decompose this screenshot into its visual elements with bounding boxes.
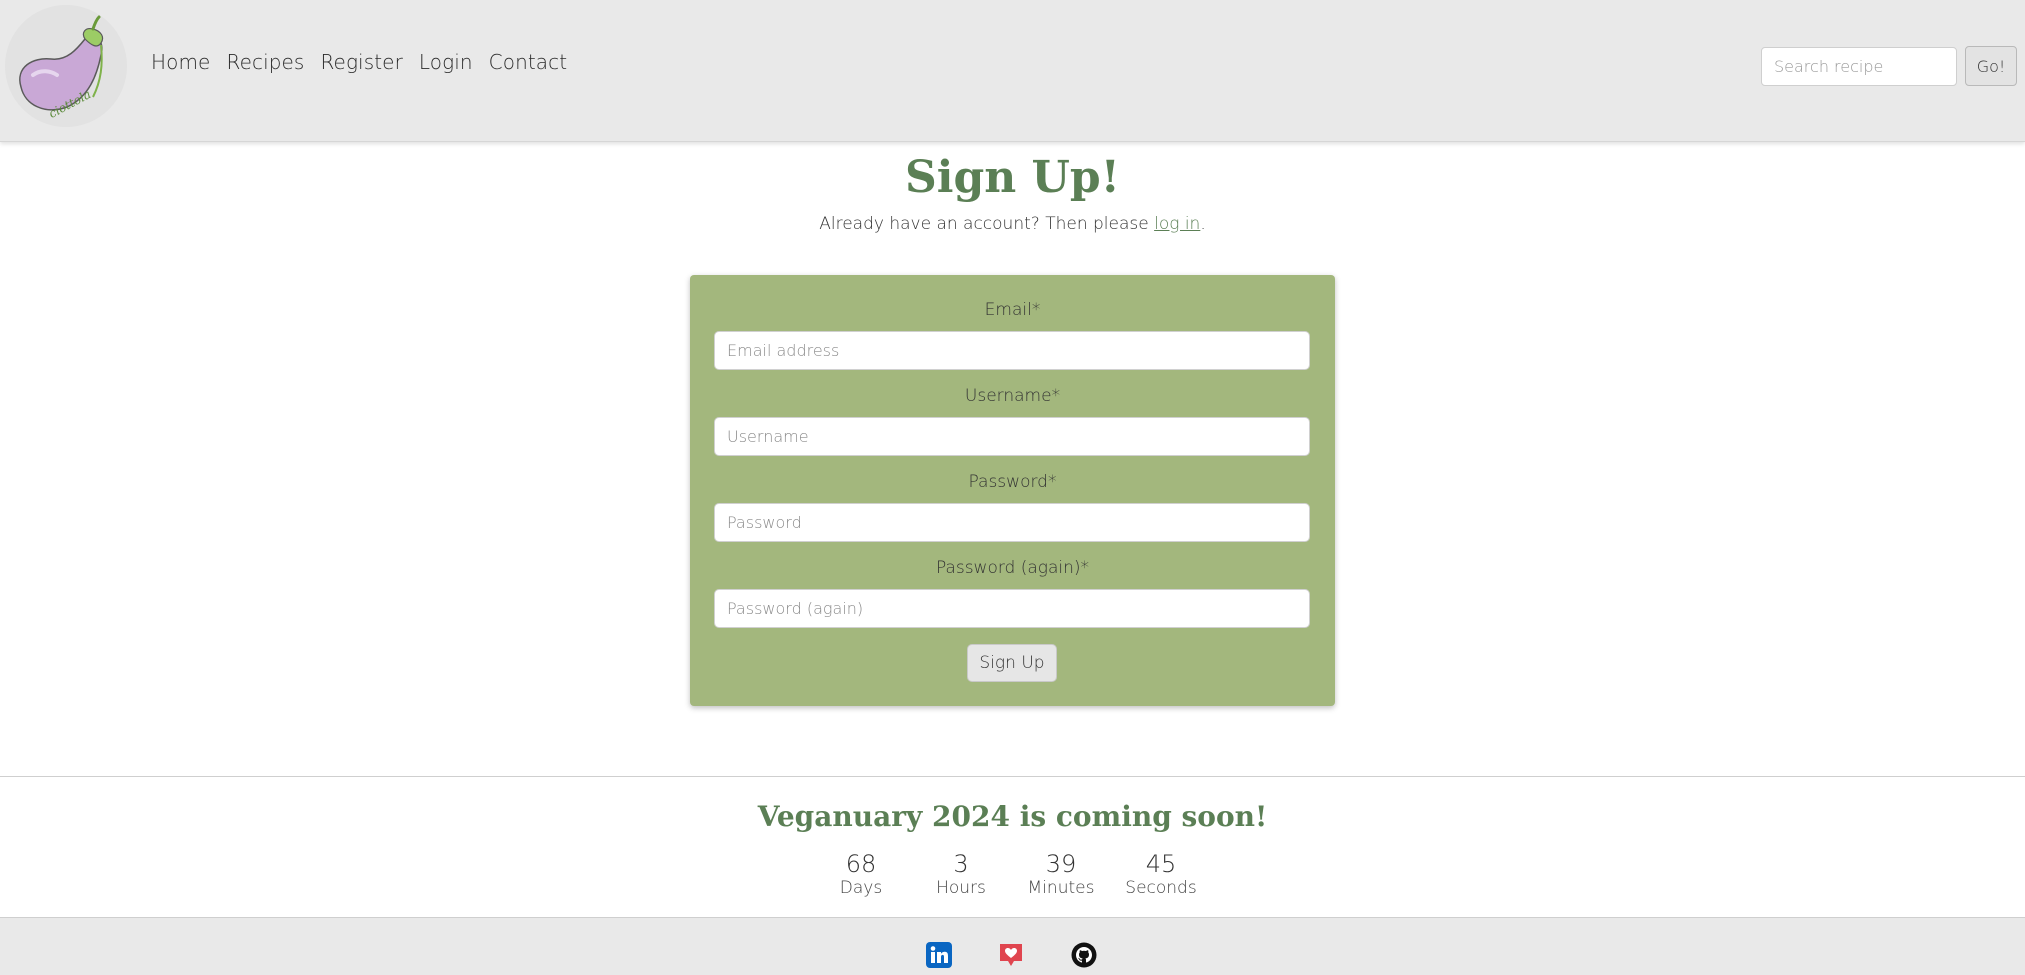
password-again-label: Password (again)* — [935, 558, 1090, 578]
timer-hours: 3 Hours — [911, 850, 1011, 898]
nav-link-recipes[interactable]: Recipes — [226, 50, 304, 74]
login-prompt: Already have an account? Then please log… — [0, 214, 2025, 234]
login-link[interactable]: log in — [1154, 214, 1200, 234]
page-title: Sign Up! — [904, 152, 1120, 203]
timer-days-label: Days — [839, 878, 883, 898]
search-form: Go! — [1761, 46, 2017, 86]
nav-link-home[interactable]: Home — [151, 50, 210, 74]
nav-links: Home Recipes Register Login Contact — [151, 50, 567, 74]
timer-days: 68 Days — [811, 850, 911, 898]
password-field[interactable] — [714, 503, 1310, 542]
password-again-field[interactable] — [714, 589, 1310, 628]
timer-seconds-label: Seconds — [1125, 878, 1197, 898]
nav-link-contact[interactable]: Contact — [489, 50, 568, 74]
github-icon[interactable] — [1071, 942, 1097, 968]
nav-link-login[interactable]: Login — [419, 50, 473, 74]
heart-chat-icon[interactable] — [998, 942, 1024, 968]
timer-hours-value: 3 — [953, 850, 969, 878]
email-field[interactable] — [714, 331, 1310, 370]
navbar: ciottola Home Recipes Register Login Con… — [0, 0, 2025, 142]
timer-minutes: 39 Minutes — [1011, 850, 1111, 898]
timer-seconds: 45 Seconds — [1111, 850, 1211, 898]
timer-minutes-value: 39 — [1045, 850, 1077, 878]
search-input[interactable] — [1761, 46, 1957, 86]
countdown-title: Veganuary 2024 is coming soon! — [757, 800, 1268, 833]
sign-up-button[interactable]: Sign Up — [967, 644, 1057, 682]
username-field[interactable] — [714, 417, 1310, 456]
login-prompt-text: Already have an account? Then please — [819, 214, 1155, 234]
nav-link-register[interactable]: Register — [320, 50, 402, 74]
eggplant-logo[interactable]: ciottola — [5, 5, 127, 127]
countdown-timer: 68 Days 3 Hours 39 Minutes 45 Seconds — [811, 850, 1211, 898]
search-go-button[interactable]: Go! — [1965, 46, 2017, 86]
timer-hours-label: Hours — [936, 878, 986, 898]
email-label: Email* — [984, 300, 1041, 320]
timer-days-value: 68 — [845, 850, 877, 878]
section-divider — [0, 776, 2025, 777]
password-label: Password* — [968, 472, 1057, 492]
footer — [0, 917, 2025, 975]
signup-form: Email* Username* Password* Password (aga… — [690, 275, 1335, 706]
login-prompt-period: . — [1200, 214, 1206, 234]
username-label: Username* — [964, 386, 1061, 406]
linkedin-icon[interactable] — [926, 942, 952, 968]
timer-seconds-value: 45 — [1145, 850, 1177, 878]
timer-minutes-label: Minutes — [1027, 878, 1095, 898]
